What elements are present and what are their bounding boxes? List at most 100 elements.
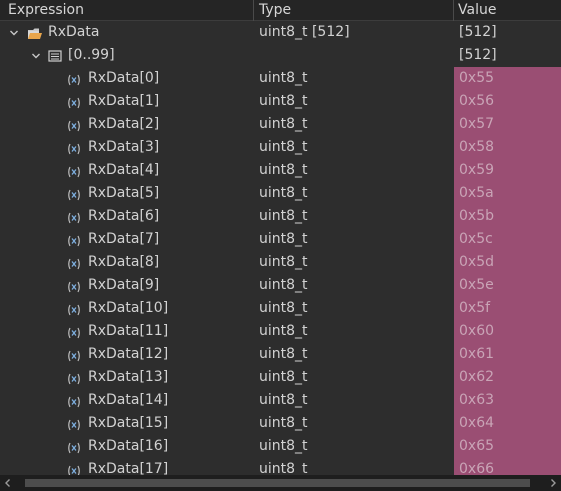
expression-label: RxData[15] [88,415,169,431]
header-expression[interactable]: Expression [0,0,254,21]
value-cell[interactable]: 0x60 [454,320,561,343]
scrollbar-thumb[interactable] [25,479,530,487]
value-cell[interactable]: 0x5e [454,274,561,297]
tree-row-range[interactable]: [0..99] [512] [0,44,561,67]
value-cell[interactable]: 0x55 [454,67,561,90]
array-range-icon [47,48,63,62]
type-cell: uint8_t [512] [259,24,350,40]
tree-row-element[interactable]: RxData[0] uint8_t 0x55 [0,67,561,90]
tree-row-element[interactable]: RxData[16] uint8_t 0x65 [0,435,561,458]
expression-label: RxData[5] [88,185,160,201]
type-cell: uint8_t [259,93,308,109]
value-cell[interactable]: [512] [454,44,561,67]
value-cell[interactable]: 0x5c [454,228,561,251]
horizontal-scrollbar[interactable] [0,475,561,491]
value-cell[interactable]: 0x66 [454,458,561,475]
expression-label: RxData[0] [88,70,160,86]
type-cell: uint8_t [259,346,308,362]
type-cell: uint8_t [259,438,308,454]
expression-label: RxData[4] [88,162,160,178]
type-cell: uint8_t [259,70,308,86]
variable-icon [66,463,82,475]
value-cell[interactable]: 0x57 [454,113,561,136]
chevron-down-icon[interactable] [29,44,43,67]
value-cell[interactable]: [512] [454,21,561,44]
value-cell[interactable]: 0x56 [454,90,561,113]
variable-icon [66,279,82,293]
variable-icon [66,417,82,431]
value-cell[interactable]: 0x5d [454,251,561,274]
tree-row-element[interactable]: RxData[1] uint8_t 0x56 [0,90,561,113]
type-cell: uint8_t [259,185,308,201]
tree-row-element[interactable]: RxData[6] uint8_t 0x5b [0,205,561,228]
tree-row-element[interactable]: RxData[5] uint8_t 0x5a [0,182,561,205]
variable-icon [66,233,82,247]
expression-label: RxData[3] [88,139,160,155]
tree-row-element[interactable]: RxData[9] uint8_t 0x5e [0,274,561,297]
tree-row-element[interactable]: RxData[7] uint8_t 0x5c [0,228,561,251]
tree-row-element[interactable]: RxData[3] uint8_t 0x58 [0,136,561,159]
type-cell [259,44,454,67]
variable-icon [66,348,82,362]
expression-tree: RxData uint8_t [512] [512] [0..99] [512] [0,21,561,475]
value-cell[interactable]: 0x5f [454,297,561,320]
expression-label: RxData[13] [88,369,169,385]
tree-row-element[interactable]: RxData[15] uint8_t 0x64 [0,412,561,435]
type-cell: uint8_t [259,392,308,408]
variable-icon [66,141,82,155]
variable-icon [66,256,82,270]
tree-row-element[interactable]: RxData[11] uint8_t 0x60 [0,320,561,343]
tree-row-element[interactable]: RxData[14] uint8_t 0x63 [0,389,561,412]
header-value[interactable]: Value [454,0,561,21]
tree-row-element[interactable]: RxData[12] uint8_t 0x61 [0,343,561,366]
value-cell[interactable]: 0x62 [454,366,561,389]
variable-icon [66,118,82,132]
type-cell: uint8_t [259,323,308,339]
type-cell: uint8_t [259,300,308,316]
type-cell: uint8_t [259,231,308,247]
value-cell[interactable]: 0x65 [454,435,561,458]
variable-icon [66,371,82,385]
variable-icon [66,440,82,454]
value-cell[interactable]: 0x5a [454,182,561,205]
scroll-left-icon[interactable] [0,475,16,491]
tree-row-element[interactable]: RxData[4] uint8_t 0x59 [0,159,561,182]
expression-label: RxData[1] [88,93,160,109]
expression-label: RxData[9] [88,277,160,293]
expressions-view: Expression Type Value RxData uint8_t [51… [0,0,561,491]
type-cell: uint8_t [259,461,308,475]
type-cell: uint8_t [259,162,308,178]
tree-row-element[interactable]: RxData[8] uint8_t 0x5d [0,251,561,274]
scroll-right-icon[interactable] [545,475,561,491]
expression-label: RxData[11] [88,323,169,339]
type-cell: uint8_t [259,277,308,293]
tree-row-element[interactable]: RxData[10] uint8_t 0x5f [0,297,561,320]
chevron-down-icon[interactable] [7,21,21,44]
expression-label: RxData[2] [88,116,160,132]
tree-row-root[interactable]: RxData uint8_t [512] [512] [0,21,561,44]
value-cell[interactable]: 0x63 [454,389,561,412]
tree-row-element[interactable]: RxData[2] uint8_t 0x57 [0,113,561,136]
expression-label: RxData [48,24,100,40]
expression-label: RxData[10] [88,300,169,316]
variable-icon [66,302,82,316]
expression-label: RxData[12] [88,346,169,362]
tree-row-element[interactable]: RxData[13] uint8_t 0x62 [0,366,561,389]
value-cell[interactable]: 0x61 [454,343,561,366]
variable-icon [66,72,82,86]
expression-label: RxData[7] [88,231,160,247]
variable-icon [66,394,82,408]
expression-label: RxData[14] [88,392,169,408]
value-cell[interactable]: 0x64 [454,412,561,435]
tree-row-element[interactable]: RxData[17] uint8_t 0x66 [0,458,561,475]
array-folder-icon [27,26,43,40]
variable-icon [66,164,82,178]
value-cell[interactable]: 0x5b [454,205,561,228]
type-cell: uint8_t [259,116,308,132]
expression-label: RxData[6] [88,208,160,224]
value-cell[interactable]: 0x58 [454,136,561,159]
header-type[interactable]: Type [254,0,454,21]
value-cell[interactable]: 0x59 [454,159,561,182]
expression-label: [0..99] [68,47,115,63]
type-cell: uint8_t [259,139,308,155]
